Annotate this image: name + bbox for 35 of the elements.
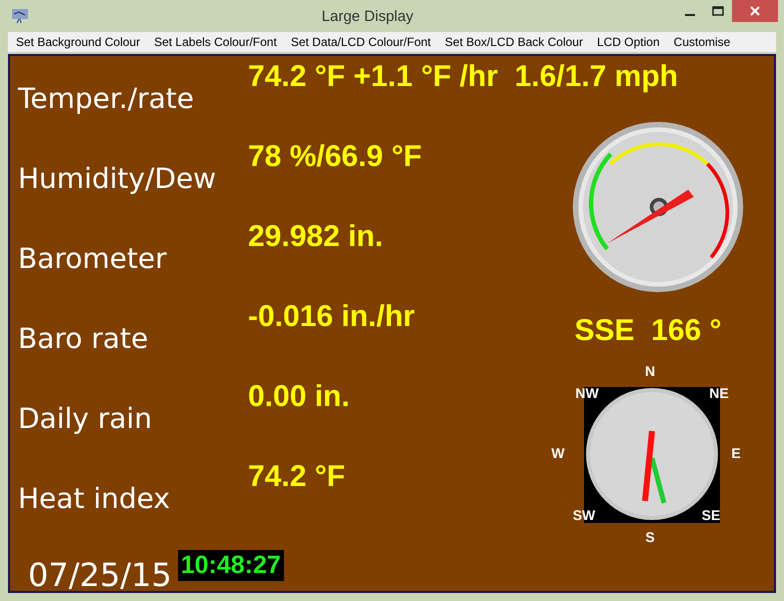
reading-value: -0.016 in./hr xyxy=(248,299,416,335)
compass-point-label: SE xyxy=(702,507,720,523)
time-display: 10:48:27 xyxy=(178,550,284,581)
reading-value: 0.00 in. xyxy=(248,379,351,415)
app-icon xyxy=(11,8,29,24)
compass-point-label: NE xyxy=(709,385,729,401)
menu-item[interactable]: Set Box/LCD Back Colour xyxy=(444,35,583,49)
wind-direction: SSE 166 ° xyxy=(574,314,722,348)
minimize-icon xyxy=(685,14,695,16)
compass-point-label: N xyxy=(644,363,656,379)
date-text: 07/25/15 xyxy=(28,559,172,591)
compass-point-label: W xyxy=(551,445,565,461)
menu-item[interactable]: LCD Option xyxy=(596,35,660,49)
reading-value: 78 %/66.9 °F xyxy=(248,139,423,175)
close-icon xyxy=(750,6,760,16)
reading-label: Temper./rate xyxy=(16,81,195,117)
reading-label: Barometer xyxy=(17,241,168,277)
compass-point-label: E xyxy=(731,445,741,461)
reading-value: 74.2 °F +1.1 °F /hr 1.6/1.7 mph xyxy=(248,59,680,95)
menu-item[interactable]: Set Data/LCD Colour/Font xyxy=(290,35,431,49)
reading-label: Heat index xyxy=(17,481,171,517)
close-button[interactable] xyxy=(732,0,778,22)
window-title: Large Display xyxy=(320,8,414,24)
compass-point-label: NW xyxy=(575,385,599,401)
reading-label: Baro rate xyxy=(17,321,150,357)
compass-point-label: SW xyxy=(572,507,596,523)
maximize-icon xyxy=(712,6,724,16)
menu-item[interactable]: Set Labels Colour/Font xyxy=(154,35,277,49)
menu-item[interactable]: Customise xyxy=(674,35,730,49)
reading-label: Humidity/Dew xyxy=(17,161,218,197)
reading-label: Daily rain xyxy=(17,401,153,437)
menu-item[interactable]: Set Background Colour xyxy=(16,35,140,49)
reading-value: 29.982 in. xyxy=(248,219,384,255)
reading-value: 74.2 °F xyxy=(248,459,346,495)
compass-point-label: S xyxy=(645,529,655,545)
